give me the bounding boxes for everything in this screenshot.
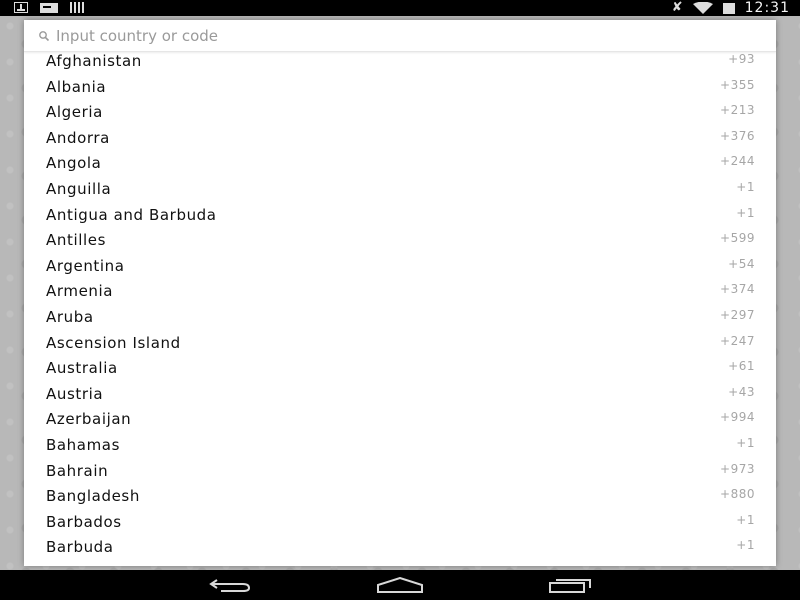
home-icon (377, 577, 423, 593)
country-list: Afghanistan +93 Albania +355 Algeria +213 Ando… (24, 50, 776, 562)
country-name: Austria (46, 384, 104, 403)
country-name: Australia (46, 359, 118, 378)
country-name: Armenia (46, 282, 114, 301)
country-name: Argentina (46, 256, 125, 275)
country-row[interactable]: Australia +61 (24, 357, 776, 383)
screen: ✘ 12:31 Afghanistan +93 Albania +355 Algeria… (0, 0, 800, 600)
search-input[interactable] (56, 25, 756, 47)
mute-icon: ✘ (671, 0, 683, 15)
country-name: Bangladesh (46, 487, 140, 506)
country-name: Anguilla (46, 179, 112, 198)
country-code: +1 (736, 205, 755, 220)
country-name: Aruba (46, 307, 94, 326)
search-bar (24, 20, 776, 52)
country-code: +54 (728, 256, 755, 271)
recents-icon (549, 579, 591, 593)
home-button[interactable] (375, 574, 425, 596)
country-code: +973 (720, 461, 755, 476)
status-bar: ✘ 12:31 (0, 0, 800, 16)
country-name: Afghanistan (46, 52, 142, 70)
country-code: +376 (720, 128, 755, 143)
battery-icon (722, 2, 735, 14)
country-row[interactable]: Barbuda +1 (24, 536, 776, 562)
status-bar-system: ✘ 12:31 (672, 0, 790, 16)
country-name: Andorra (46, 128, 110, 147)
country-row[interactable]: Ascension Island +247 (24, 332, 776, 358)
country-code: +1 (736, 179, 755, 194)
country-row[interactable]: Aruba +297 (24, 306, 776, 332)
country-row[interactable]: Barbados +1 (24, 511, 776, 537)
country-row[interactable]: Bangladesh +880 (24, 485, 776, 511)
country-row[interactable]: Antigua and Barbuda +1 (24, 204, 776, 230)
back-button[interactable] (205, 574, 255, 596)
status-bar-notifications (14, 2, 84, 13)
country-row[interactable]: Azerbaijan +994 (24, 408, 776, 434)
country-row[interactable]: Armenia +374 (24, 280, 776, 306)
country-code: +93 (728, 52, 755, 66)
search-icon (39, 31, 50, 42)
country-code: +1 (736, 512, 755, 527)
country-name: Bahamas (46, 435, 120, 454)
country-code: +213 (720, 103, 755, 118)
country-name: Barbados (46, 512, 122, 531)
country-row[interactable]: Antilles +599 (24, 229, 776, 255)
country-row[interactable]: Anguilla +1 (24, 178, 776, 204)
country-code: +880 (720, 487, 755, 502)
clock: 12:31 (744, 0, 790, 16)
country-name: Barbuda (46, 538, 114, 557)
country-row[interactable]: Algeria +213 (24, 101, 776, 127)
country-code: +355 (720, 77, 755, 92)
keyboard-card-icon (40, 2, 58, 13)
wifi-icon (692, 2, 713, 14)
download-icon (14, 2, 28, 13)
country-row[interactable]: Albania +355 (24, 76, 776, 102)
country-row[interactable]: Afghanistan +93 (24, 50, 776, 76)
signal-bars-icon (70, 2, 84, 13)
country-code: +247 (720, 333, 755, 348)
country-row[interactable]: Argentina +54 (24, 255, 776, 281)
recents-button[interactable] (546, 574, 596, 596)
country-name: Antilles (46, 231, 106, 250)
country-row[interactable]: Bahamas +1 (24, 434, 776, 460)
country-name: Algeria (46, 103, 103, 122)
country-code: +43 (728, 384, 755, 399)
country-row[interactable]: Andorra +376 (24, 127, 776, 153)
country-code: +599 (720, 231, 755, 246)
country-name: Bahrain (46, 461, 109, 480)
country-name: Ascension Island (46, 333, 181, 352)
country-picker-dialog: Afghanistan +93 Albania +355 Algeria +213 Ando… (24, 20, 776, 566)
country-name: Angola (46, 154, 102, 173)
country-row[interactable]: Bahrain +973 (24, 460, 776, 486)
country-code: +1 (736, 435, 755, 450)
country-code: +1 (736, 538, 755, 553)
navigation-bar (0, 570, 800, 600)
country-name: Albania (46, 77, 107, 96)
country-row[interactable]: Austria +43 (24, 383, 776, 409)
country-code: +994 (720, 410, 755, 425)
country-row[interactable]: Angola +244 (24, 152, 776, 178)
country-code: +61 (728, 359, 755, 374)
back-icon (209, 579, 251, 592)
country-code: +374 (720, 282, 755, 297)
country-name: Antigua and Barbuda (46, 205, 217, 224)
country-name: Azerbaijan (46, 410, 132, 429)
country-code: +244 (720, 154, 755, 169)
country-code: +297 (720, 307, 755, 322)
